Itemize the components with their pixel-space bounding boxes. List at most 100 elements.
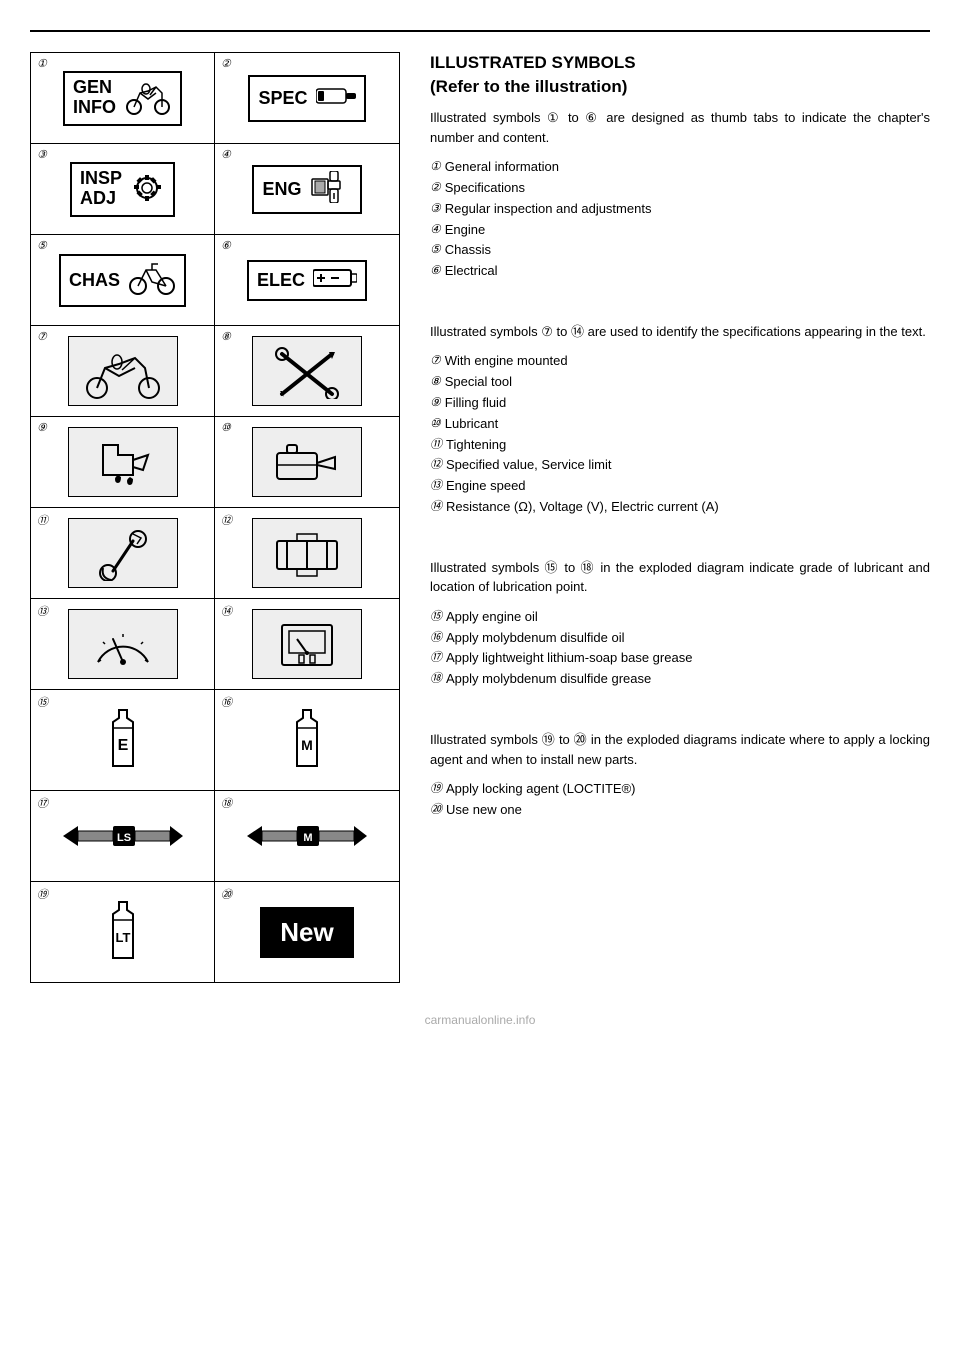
sym-box-7	[68, 336, 178, 406]
cell-num-18: ⑱	[221, 795, 232, 811]
text-panel: ILLUSTRATED SYMBOLS (Refer to the illust…	[420, 52, 930, 983]
cell-num-20: ⑳	[221, 886, 232, 902]
tab-box-eng: ENG	[252, 165, 361, 214]
list-item: ⑩ Lubricant	[430, 414, 930, 435]
cell-elec: ⑥ ELEC	[215, 235, 399, 325]
list-2: ⑦ With engine mounted ⑧ Special tool ⑨ F…	[430, 351, 930, 517]
grid-row-9: ⑰ LS	[31, 791, 399, 882]
list-item: ⑥ Electrical	[430, 261, 930, 282]
cell-num-15: ⑮	[37, 694, 48, 710]
grid-row-3: ⑤ CHAS ⑥ ELEC	[31, 235, 399, 326]
cell-gen-info: ① GENINFO	[31, 53, 215, 143]
list-item: ⑮ Apply engine oil	[430, 607, 930, 628]
bicycle-icon	[128, 260, 176, 301]
sym-box-10	[252, 427, 362, 497]
list-item: ⑯ Apply molybdenum disulfide oil	[430, 628, 930, 649]
grid-row-4: ⑦ ⑧	[31, 326, 399, 417]
loctite-lt-symbol: LT	[103, 900, 143, 965]
cell-17: ⑰ LS	[31, 791, 215, 881]
cell-num-8: ⑧	[221, 330, 231, 343]
grease-m-symbol: M	[247, 821, 367, 851]
tab-box-insp: INSPADJ	[70, 162, 175, 217]
cell-9: ⑨	[31, 417, 215, 507]
grid-row-8: ⑮ E ⑯ M	[31, 690, 399, 791]
list-1: ① General information ② Specifications ③…	[430, 157, 930, 282]
cell-num-1: ①	[37, 57, 47, 70]
cell-num-7: ⑦	[37, 330, 47, 343]
sym-box-11	[68, 518, 178, 588]
cell-20: ⑳ New	[215, 882, 399, 982]
sym-box-14	[252, 609, 362, 679]
top-rule	[30, 30, 930, 32]
sym-box-8	[252, 336, 362, 406]
list-item: ⑨ Filling fluid	[430, 393, 930, 414]
list-item: ⑧ Special tool	[430, 372, 930, 393]
cell-num-17: ⑰	[37, 795, 48, 811]
grease-ls-symbol: LS	[63, 821, 183, 851]
cell-num-19: ⑲	[37, 886, 48, 902]
intro-1: Illustrated symbols ① to ⑥ are designed …	[430, 108, 930, 147]
list-item: ④ Engine	[430, 220, 930, 241]
tab-label-elec: ELEC	[257, 270, 305, 291]
svg-text:LT: LT	[115, 930, 130, 945]
list-item: ⑫ Specified value, Service limit	[430, 455, 930, 476]
cell-spec: ② SPEC	[215, 53, 399, 143]
wrench-icon	[316, 81, 356, 116]
cell-num-3: ③	[37, 148, 47, 161]
cell-15: ⑮ E	[31, 690, 215, 790]
cell-18: ⑱ M	[215, 791, 399, 881]
cell-16: ⑯ M	[215, 690, 399, 790]
svg-text:M: M	[301, 737, 313, 753]
grid-row-2: ③ INSPADJ	[31, 144, 399, 235]
gear-icon	[130, 168, 165, 211]
cell-num-12: ⑫	[221, 512, 232, 528]
grid-row-10: ⑲ LT ⑳ New	[31, 882, 399, 982]
cell-11: ⑪	[31, 508, 215, 598]
tab-label-spec: SPEC	[258, 88, 307, 109]
tab-label-eng: ENG	[262, 179, 301, 200]
list-3: ⑮ Apply engine oil ⑯ Apply molybdenum di…	[430, 607, 930, 690]
list-item: ⑭ Resistance (Ω), Voltage (V), Electric …	[430, 497, 930, 518]
new-badge: New	[260, 907, 353, 958]
list-item: ⑪ Tightening	[430, 435, 930, 456]
cell-14: ⑭	[215, 599, 399, 689]
list-item: ⑳ Use new one	[430, 800, 930, 821]
motorcycle-icon	[124, 77, 172, 120]
intro-4: Illustrated symbols ⑲ to ⑳ in the explod…	[430, 730, 930, 769]
list-item: ⑱ Apply molybdenum disulfide grease	[430, 669, 930, 690]
main-content: ① GENINFO	[0, 52, 960, 1003]
cell-19: ⑲ LT	[31, 882, 215, 982]
cell-num-6: ⑥	[221, 239, 231, 252]
tab-label-chas: CHAS	[69, 270, 120, 291]
cell-8: ⑧	[215, 326, 399, 416]
cell-num-11: ⑪	[37, 512, 48, 528]
subtitle: (Refer to the illustration)	[430, 76, 930, 98]
list-item: ① General information	[430, 157, 930, 178]
cell-10: ⑩	[215, 417, 399, 507]
cell-chas: ⑤ CHAS	[31, 235, 215, 325]
battery-icon	[313, 266, 357, 295]
sym-box-13	[68, 609, 178, 679]
cell-num-5: ⑤	[37, 239, 47, 252]
cell-insp-adj: ③ INSPADJ	[31, 144, 215, 234]
cell-num-13: ⑬	[37, 603, 48, 619]
list-item: ⑬ Engine speed	[430, 476, 930, 497]
intro-3: Illustrated symbols ⑮ to ⑱ in the explod…	[430, 558, 930, 597]
cell-7: ⑦	[31, 326, 215, 416]
cell-num-9: ⑨	[37, 421, 47, 434]
list-4: ⑲ Apply locking agent (LOCTITE®) ⑳ Use n…	[430, 779, 930, 821]
cell-num-14: ⑭	[221, 603, 232, 619]
grid-row-6: ⑪ ⑫	[31, 508, 399, 599]
main-title: ILLUSTRATED SYMBOLS	[430, 52, 930, 74]
engine-icon	[310, 171, 352, 208]
symbol-grid: ① GENINFO	[30, 52, 400, 983]
grid-row-5: ⑨ ⑩	[31, 417, 399, 508]
lube-m-symbol: M	[287, 708, 327, 773]
tab-box-gen-info: GENINFO	[63, 71, 182, 126]
list-item: ⑰ Apply lightweight lithium-soap base gr…	[430, 648, 930, 669]
list-item: ⑤ Chassis	[430, 240, 930, 261]
list-item: ⑦ With engine mounted	[430, 351, 930, 372]
cell-num-4: ④	[221, 148, 231, 161]
tab-box-spec: SPEC	[248, 75, 365, 122]
cell-num-10: ⑩	[221, 421, 231, 434]
